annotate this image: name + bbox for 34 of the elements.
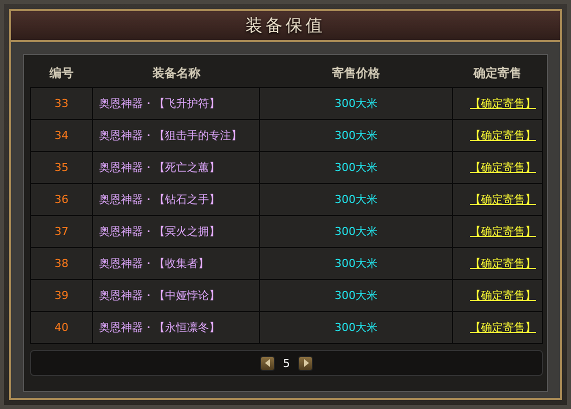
right-triangle-icon <box>302 359 308 367</box>
column-header: 确定寄售 <box>452 59 542 88</box>
column-header: 寄售价格 <box>260 59 452 88</box>
previous-page-button[interactable] <box>260 356 275 370</box>
number-cell: 33 <box>30 88 93 120</box>
number-cell: 40 <box>30 312 93 344</box>
item-name-cell: 奥恩神器・【死亡之蕙】 <box>92 152 260 184</box>
number-cell: 39 <box>30 280 93 312</box>
item-name-cell: 奥恩神器・【中娅悖论】 <box>92 280 260 312</box>
window-title: 装备保值 <box>246 15 326 37</box>
item-name-cell: 奥恩神器・【收集者】 <box>92 248 260 280</box>
item-name-cell: 奥恩神器・【冥火之拥】 <box>92 216 260 248</box>
price-cell: 300大米 <box>260 88 452 120</box>
item-name-cell: 奥恩神器・【永恒凛冬】 <box>92 312 260 344</box>
left-triangle-icon <box>264 359 270 367</box>
item-name-cell: 奥恩神器・【钻石之手】 <box>92 184 260 216</box>
number-cell: 37 <box>30 216 93 248</box>
item-name-cell: 奥恩神器・【飞升护符】 <box>92 88 260 120</box>
price-cell: 300大米 <box>260 152 452 184</box>
next-page-button[interactable] <box>298 356 313 370</box>
page-number: 5 <box>283 356 290 370</box>
number-cell: 34 <box>30 120 93 152</box>
price-cell: 300大米 <box>260 184 452 216</box>
number-cell: 36 <box>30 184 93 216</box>
price-cell: 300大米 <box>260 216 452 248</box>
price-cell: 300大米 <box>260 120 452 152</box>
price-cell: 300大米 <box>260 248 452 280</box>
number-cell: 35 <box>30 152 93 184</box>
column-header: 编号 <box>30 59 93 88</box>
price-cell: 300大米 <box>260 280 452 312</box>
column-header: 装备名称 <box>92 59 260 88</box>
number-cell: 38 <box>30 248 93 280</box>
price-cell: 300大米 <box>260 312 452 344</box>
item-name-cell: 奥恩神器・【狙击手的专注】 <box>92 120 260 152</box>
